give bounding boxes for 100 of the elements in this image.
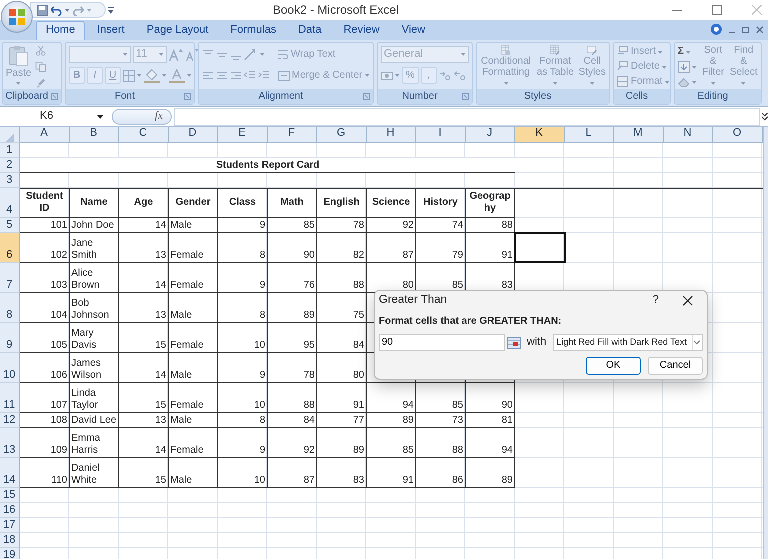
wrap-text-icon [277,48,289,60]
increase-indent-icon[interactable] [258,70,270,82]
column-header[interactable]: D [168,127,218,143]
table-cell: Male [168,293,218,323]
dialog-launcher-icon[interactable] [363,93,370,100]
column-header[interactable]: F [268,127,317,143]
insert-function-button[interactable]: fx [112,108,172,124]
font-name-field[interactable] [69,46,131,63]
table-cell: 102 [20,233,70,263]
help-button[interactable]: ? [652,294,659,308]
active-cell[interactable] [515,233,564,262]
row-header[interactable]: 1 [0,143,20,158]
caret-icon [123,53,128,56]
orientation-icon[interactable] [244,48,258,60]
column-header[interactable]: A [20,127,70,143]
shrink-font-icon[interactable] [185,48,199,62]
vertical-scrollbar[interactable] [762,127,768,559]
row-header[interactable]: 5 [0,218,20,233]
grow-font-icon[interactable] [169,48,183,62]
cancel-button[interactable]: Cancel [648,357,703,375]
scissors-icon[interactable] [34,46,47,56]
column-header[interactable]: J [466,127,515,143]
column-header[interactable]: B [70,127,119,143]
align-left-icon[interactable] [202,70,214,82]
column-header[interactable]: K [515,127,564,143]
ok-button[interactable]: OK [586,357,641,375]
value-field[interactable]: 90 [379,334,505,351]
table-cell: 88 [268,383,317,413]
ribbon-tab[interactable]: Data [288,20,332,40]
row-header[interactable]: 18 [0,533,20,548]
ribbon-tab[interactable]: Review [334,20,390,40]
autosum-button[interactable]: Σ [678,45,697,59]
fill-color-icon[interactable] [144,68,160,82]
row-header[interactable]: 8 [0,293,20,323]
row-header[interactable]: 15 [0,488,20,503]
format-dropdown[interactable]: Light Red Fill with Dark Red Text [552,334,703,351]
save-icon[interactable] [37,4,48,16]
row-header[interactable]: 4 [0,188,20,218]
ribbon-tab[interactable]: Insert [87,20,135,40]
copy-icon[interactable] [34,62,47,73]
restore-icon[interactable] [742,26,750,34]
dialog-launcher-icon[interactable] [184,93,191,100]
column-header[interactable]: M [614,127,664,143]
increase-decimal-icon[interactable] [438,70,452,82]
dialog-launcher-icon[interactable] [51,93,58,100]
row-header[interactable]: 19 [0,548,20,559]
redo-icon[interactable] [73,4,84,16]
row-header[interactable]: 2 [0,158,20,173]
column-header[interactable]: L [564,127,614,143]
row-header[interactable]: 13 [0,428,20,458]
column-header[interactable]: H [366,127,416,143]
table-cell: 15 [119,323,168,353]
name-box[interactable]: K6 [0,108,110,126]
group-label: Clipboard [6,90,48,102]
ribbon-tab[interactable]: Home [36,20,86,40]
decrease-indent-icon[interactable] [244,70,256,82]
row-header[interactable]: 11 [0,383,20,413]
maximize-icon[interactable] [712,5,722,15]
formula-input[interactable] [174,108,760,126]
column-heading: Gender [168,188,218,218]
customize-icon[interactable] [108,7,114,14]
row-header[interactable]: 6 [0,233,20,263]
column-header[interactable]: I [416,127,466,143]
group-label: Editing [698,90,728,102]
expand-icon[interactable] [762,112,768,120]
decrease-decimal-icon[interactable] [454,70,467,82]
currency-icon[interactable] [381,70,393,82]
row-header[interactable]: 3 [0,173,20,188]
undo-icon[interactable] [51,4,62,16]
column-header[interactable]: O [713,127,762,143]
close-icon[interactable] [683,296,693,306]
font-color-icon[interactable] [169,68,185,82]
select-all-corner[interactable] [0,127,20,143]
align-center-icon[interactable] [216,70,228,82]
borders-icon[interactable] [123,70,135,82]
row-header[interactable]: 7 [0,263,20,293]
column-heading: History [416,188,466,218]
column-header[interactable]: N [664,127,713,143]
ribbon-tab[interactable]: Page Layout [136,20,219,40]
row-header[interactable]: 12 [0,413,20,428]
help-icon[interactable] [711,24,722,35]
align-right-icon[interactable] [230,70,242,82]
table-cell: 78 [268,353,317,383]
row-header[interactable]: 14 [0,458,20,488]
row-header[interactable]: 17 [0,518,20,533]
ribbon-tab[interactable]: Formulas [220,20,286,40]
row-header[interactable]: 10 [0,353,20,383]
table-cell: 79 [416,233,466,263]
dialog-launcher-icon[interactable] [462,93,469,100]
caret-icon [590,82,595,85]
column-header[interactable]: C [119,127,168,143]
fill-down-icon[interactable] [678,61,690,73]
column-header[interactable]: E [218,127,268,143]
row-header[interactable]: 9 [0,323,20,353]
brush-icon[interactable] [34,78,47,89]
row-header[interactable]: 16 [0,503,20,518]
range-picker-icon[interactable] [507,336,521,348]
ribbon-tab[interactable]: View [392,20,436,40]
column-header[interactable]: G [317,127,366,143]
delete-cells-icon [617,61,629,73]
